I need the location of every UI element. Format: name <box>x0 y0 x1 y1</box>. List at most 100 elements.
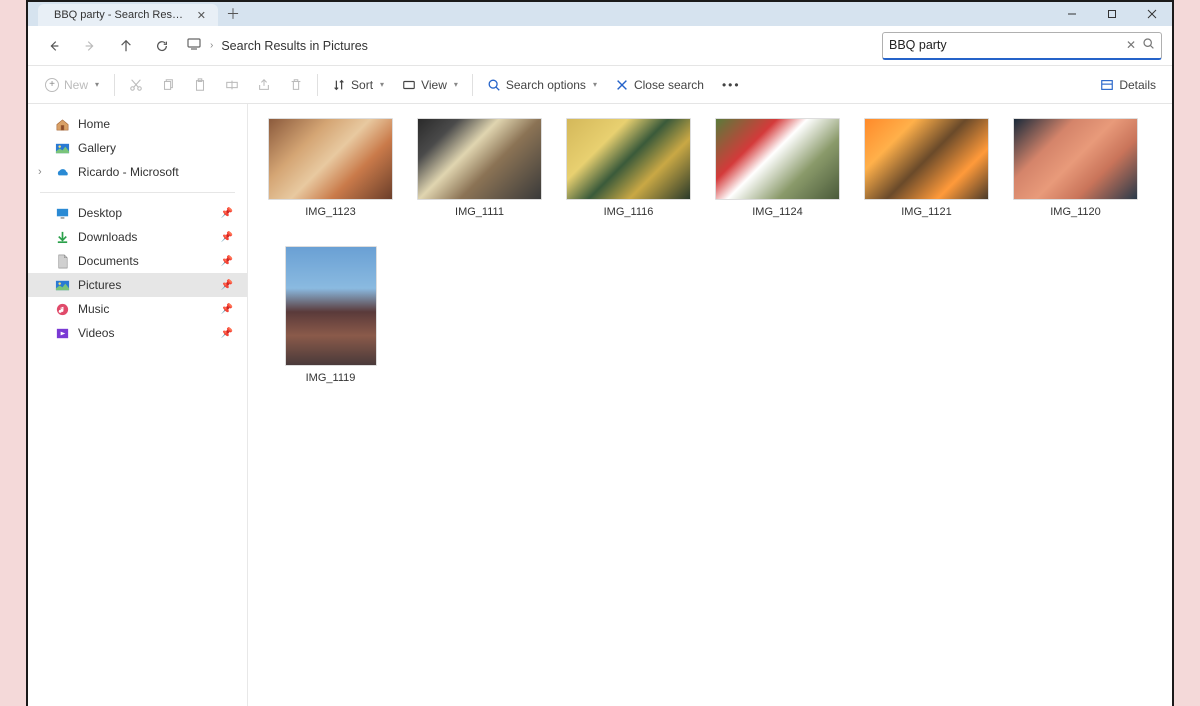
file-thumbnail[interactable]: IMG_1111 <box>417 118 542 218</box>
forward-button[interactable] <box>74 30 106 62</box>
sidebar-item-music[interactable]: Music 📌 <box>28 297 247 321</box>
desktop-icon <box>54 205 70 221</box>
clear-search-icon[interactable]: ✕ <box>1126 38 1136 52</box>
sidebar-item-label: Videos <box>78 326 114 340</box>
downloads-icon <box>54 229 70 245</box>
close-search-button[interactable]: Close search <box>607 71 712 99</box>
sidebar-item-videos[interactable]: Videos 📌 <box>28 321 247 345</box>
thumbnail-image <box>268 118 393 200</box>
sidebar-item-desktop[interactable]: Desktop 📌 <box>28 201 247 225</box>
close-search-label: Close search <box>634 78 704 92</box>
pin-icon: 📌 <box>221 208 233 219</box>
file-thumbnail[interactable]: IMG_1123 <box>268 118 393 218</box>
sidebar-item-label: Ricardo - Microsoft <box>78 165 179 179</box>
tab-search-results[interactable]: BBQ party - Search Results in I ✕ <box>38 4 218 26</box>
chevron-down-icon: ▾ <box>95 80 99 89</box>
navbar: › Search Results in Pictures ✕ <box>28 26 1172 66</box>
file-name: IMG_1121 <box>901 206 952 218</box>
sidebar-item-downloads[interactable]: Downloads 📌 <box>28 225 247 249</box>
videos-icon <box>54 325 70 341</box>
search-options-button[interactable]: Search options ▾ <box>479 71 605 99</box>
file-name: IMG_1111 <box>455 206 504 218</box>
sidebar: Home Gallery Ricardo - Microsoft Desktop… <box>28 104 248 706</box>
file-name: IMG_1116 <box>604 206 654 218</box>
chevron-right-icon: › <box>210 40 213 51</box>
tab-title: BBQ party - Search Results in I <box>54 9 189 21</box>
file-thumbnail[interactable]: IMG_1124 <box>715 118 840 218</box>
search-go-icon[interactable] <box>1142 37 1155 53</box>
sidebar-item-account[interactable]: Ricardo - Microsoft <box>28 160 247 184</box>
body: Home Gallery Ricardo - Microsoft Desktop… <box>28 104 1172 706</box>
sort-label: Sort <box>351 78 373 92</box>
search-input[interactable] <box>889 38 1120 52</box>
documents-icon <box>54 253 70 269</box>
delete-button[interactable] <box>281 71 311 99</box>
file-name: IMG_1119 <box>306 372 356 384</box>
pictures-icon <box>54 277 70 293</box>
file-thumbnail[interactable]: IMG_1121 <box>864 118 989 218</box>
thumbnail-image <box>864 118 989 200</box>
sidebar-item-label: Desktop <box>78 206 122 220</box>
pin-icon: 📌 <box>221 328 233 339</box>
sort-button[interactable]: Sort ▾ <box>324 71 392 99</box>
tab-strip: BBQ party - Search Results in I ✕ ＋ <box>28 2 248 26</box>
sidebar-item-label: Music <box>78 302 109 316</box>
back-button[interactable] <box>38 30 70 62</box>
view-label: View <box>421 78 447 92</box>
sidebar-item-pictures[interactable]: Pictures 📌 <box>28 273 247 297</box>
search-box[interactable]: ✕ <box>882 32 1162 60</box>
file-thumbnail[interactable]: IMG_1116 <box>566 118 691 218</box>
share-button[interactable] <box>249 71 279 99</box>
file-name: IMG_1123 <box>305 206 356 218</box>
minimize-button[interactable] <box>1052 2 1092 26</box>
rename-button[interactable] <box>217 71 247 99</box>
window-close-button[interactable] <box>1132 2 1172 26</box>
tab-close-icon[interactable]: ✕ <box>195 9 208 22</box>
sidebar-item-label: Documents <box>78 254 139 268</box>
file-thumbnail[interactable]: IMG_1119 <box>268 246 393 384</box>
file-explorer-window: BBQ party - Search Results in I ✕ ＋ <box>26 0 1174 706</box>
address-bar[interactable]: › Search Results in Pictures <box>182 36 878 55</box>
music-icon <box>54 301 70 317</box>
onedrive-icon <box>54 164 70 180</box>
sidebar-item-documents[interactable]: Documents 📌 <box>28 249 247 273</box>
refresh-button[interactable] <box>146 30 178 62</box>
thumbnail-image <box>417 118 542 200</box>
thumbnail-image <box>715 118 840 200</box>
chevron-down-icon: ▾ <box>454 80 458 89</box>
details-label: Details <box>1119 78 1156 92</box>
file-thumbnail[interactable]: IMG_1120 <box>1013 118 1138 218</box>
content-area[interactable]: IMG_1123 IMG_1111 IMG_1116 IMG_1124 IMG_1121… <box>248 104 1172 706</box>
more-button[interactable]: ••• <box>714 71 749 99</box>
sidebar-item-label: Home <box>78 117 110 131</box>
gallery-icon <box>54 140 70 156</box>
sidebar-item-home[interactable]: Home <box>28 112 247 136</box>
pin-icon: 📌 <box>221 232 233 243</box>
thumbnail-image <box>285 246 377 366</box>
plus-circle-icon: + <box>45 78 59 92</box>
details-button[interactable]: Details <box>1092 71 1164 99</box>
sidebar-item-label: Pictures <box>78 278 121 292</box>
new-label: New <box>64 78 88 92</box>
up-button[interactable] <box>110 30 142 62</box>
titlebar: BBQ party - Search Results in I ✕ ＋ <box>28 2 1172 26</box>
new-button[interactable]: + New ▾ <box>36 71 108 99</box>
chevron-down-icon: ▾ <box>380 80 384 89</box>
maximize-button[interactable] <box>1092 2 1132 26</box>
cut-button[interactable] <box>121 71 151 99</box>
copy-button[interactable] <box>153 71 183 99</box>
new-tab-button[interactable]: ＋ <box>218 2 248 26</box>
toolbar: + New ▾ Sort ▾ View ▾ Search options ▾ <box>28 66 1172 104</box>
view-button[interactable]: View ▾ <box>394 71 466 99</box>
chevron-down-icon: ▾ <box>593 80 597 89</box>
paste-button[interactable] <box>185 71 215 99</box>
thumbnail-image <box>1013 118 1138 200</box>
window-controls <box>1052 2 1172 26</box>
this-pc-icon <box>186 36 202 55</box>
thumbnail-image <box>566 118 691 200</box>
sidebar-item-gallery[interactable]: Gallery <box>28 136 247 160</box>
file-name: IMG_1124 <box>752 206 803 218</box>
ellipsis-icon: ••• <box>722 78 741 92</box>
address-path: Search Results in Pictures <box>221 39 368 53</box>
pin-icon: 📌 <box>221 280 233 291</box>
